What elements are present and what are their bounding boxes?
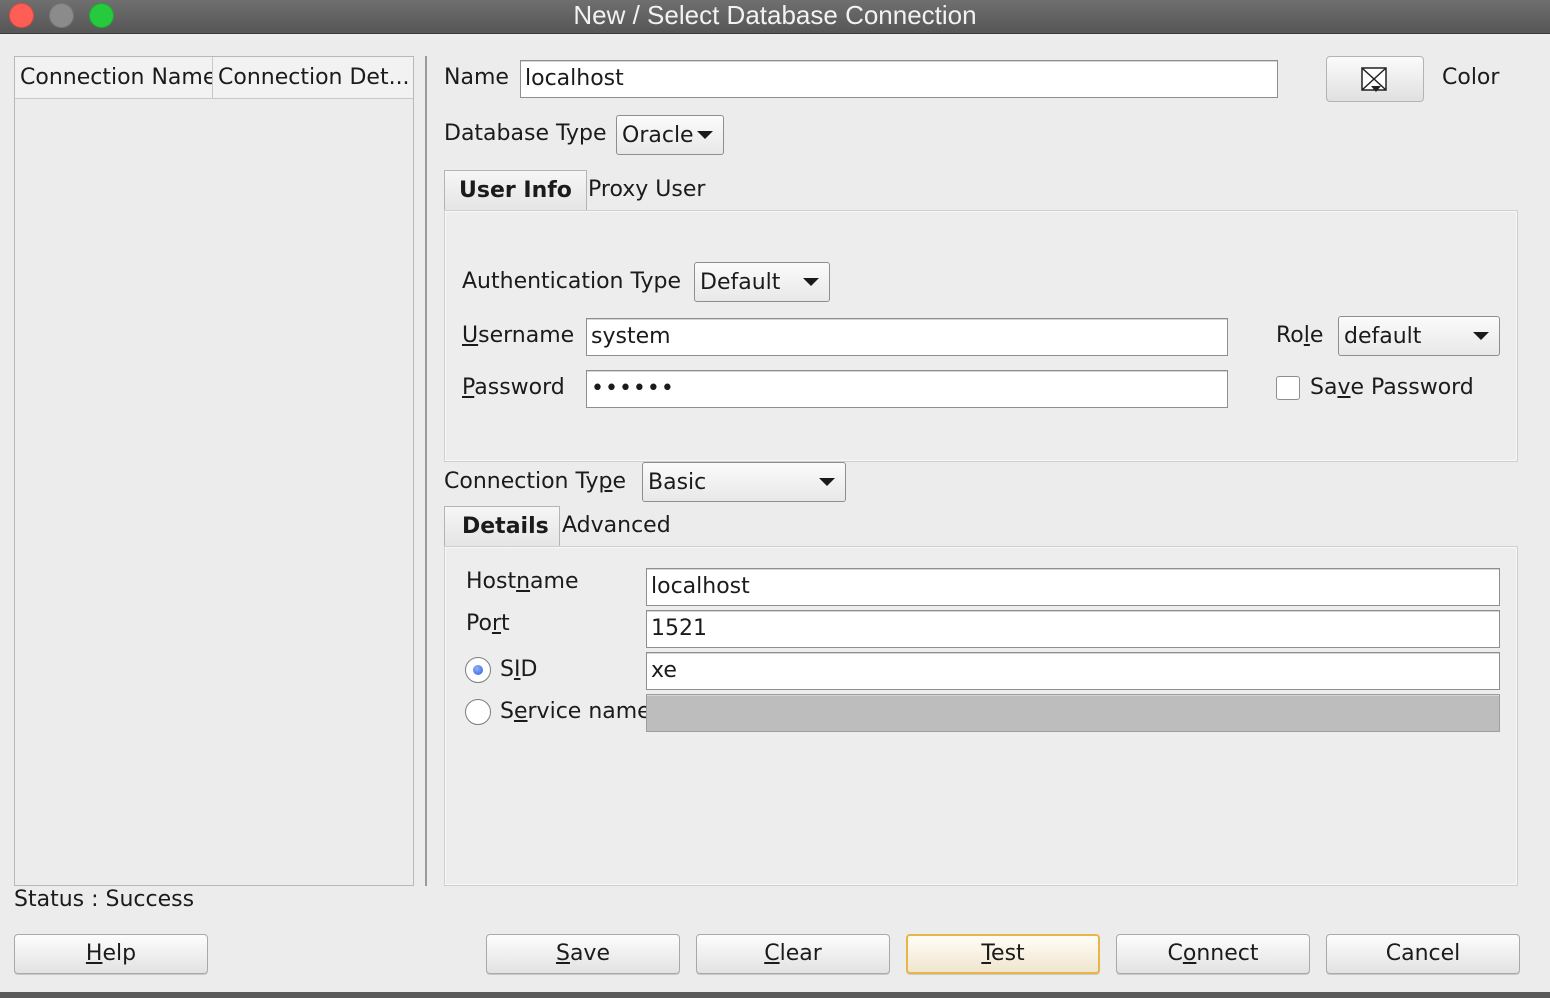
color-swatch-icon bbox=[1361, 67, 1387, 92]
chevron-down-icon bbox=[1473, 332, 1489, 340]
username-label: Username bbox=[462, 323, 575, 348]
connection-list-header: Connection Name Connection Det... bbox=[15, 57, 413, 99]
connection-type-label: Connection Type bbox=[444, 469, 627, 494]
save-button[interactable]: Save bbox=[486, 934, 680, 974]
save-password-label[interactable]: Save Password bbox=[1310, 374, 1474, 402]
chevron-down-icon bbox=[697, 131, 713, 139]
database-type-value: Oracle bbox=[622, 123, 694, 148]
column-header-connection-name[interactable]: Connection Name bbox=[15, 57, 213, 98]
column-header-connection-details[interactable]: Connection Det... bbox=[213, 57, 413, 98]
password-field[interactable]: •••••• bbox=[586, 370, 1228, 408]
connect-button[interactable]: Connect bbox=[1116, 934, 1310, 974]
split-pane-divider[interactable] bbox=[425, 56, 427, 886]
database-type-select[interactable]: Oracle bbox=[616, 115, 724, 155]
authentication-type-select[interactable]: Default bbox=[694, 262, 830, 302]
tab-advanced[interactable]: Advanced bbox=[548, 506, 685, 548]
password-label: Password bbox=[462, 375, 565, 400]
clear-button[interactable]: Clear bbox=[696, 934, 890, 974]
tab-user-info[interactable]: User Info bbox=[444, 170, 587, 212]
service-name-radio[interactable] bbox=[465, 699, 491, 725]
username-field[interactable]: system bbox=[586, 318, 1228, 356]
title-bar: New / Select Database Connection bbox=[0, 0, 1550, 34]
cancel-button[interactable]: Cancel bbox=[1326, 934, 1520, 974]
role-value: default bbox=[1344, 324, 1422, 349]
sid-field[interactable]: xe bbox=[646, 652, 1500, 690]
connection-type-select[interactable]: Basic bbox=[642, 462, 846, 502]
port-field[interactable]: 1521 bbox=[646, 610, 1500, 648]
service-name-field bbox=[646, 694, 1500, 732]
status-text: Status : Success bbox=[14, 887, 195, 912]
chevron-down-icon bbox=[819, 478, 835, 486]
service-name-label[interactable]: Service name bbox=[500, 698, 651, 726]
hostname-label: Hostname bbox=[466, 569, 579, 594]
help-button[interactable]: Help bbox=[14, 934, 208, 974]
port-label: Port bbox=[466, 611, 510, 636]
test-button[interactable]: Test bbox=[906, 934, 1100, 974]
database-type-label: Database Type bbox=[444, 121, 607, 146]
authentication-type-label: Authentication Type bbox=[462, 269, 682, 294]
window-title: New / Select Database Connection bbox=[573, 0, 977, 30]
name-label: Name bbox=[444, 65, 509, 90]
authentication-type-value: Default bbox=[700, 270, 781, 295]
tab-details[interactable]: Details bbox=[444, 506, 560, 548]
connection-type-value: Basic bbox=[648, 470, 707, 495]
hostname-field[interactable]: localhost bbox=[646, 568, 1500, 606]
window-bottom-edge bbox=[0, 992, 1550, 998]
role-select[interactable]: default bbox=[1338, 316, 1500, 356]
connection-list[interactable]: Connection Name Connection Det... bbox=[14, 56, 414, 886]
role-label: Role bbox=[1276, 323, 1324, 348]
color-button[interactable] bbox=[1326, 56, 1424, 102]
name-field[interactable]: localhost bbox=[520, 60, 1278, 98]
save-password-checkbox[interactable] bbox=[1276, 376, 1300, 400]
sid-radio[interactable] bbox=[465, 657, 491, 683]
color-label: Color bbox=[1442, 65, 1500, 90]
sid-label[interactable]: SID bbox=[500, 656, 537, 684]
tab-proxy-user[interactable]: Proxy User bbox=[574, 170, 719, 212]
chevron-down-icon bbox=[803, 278, 819, 286]
